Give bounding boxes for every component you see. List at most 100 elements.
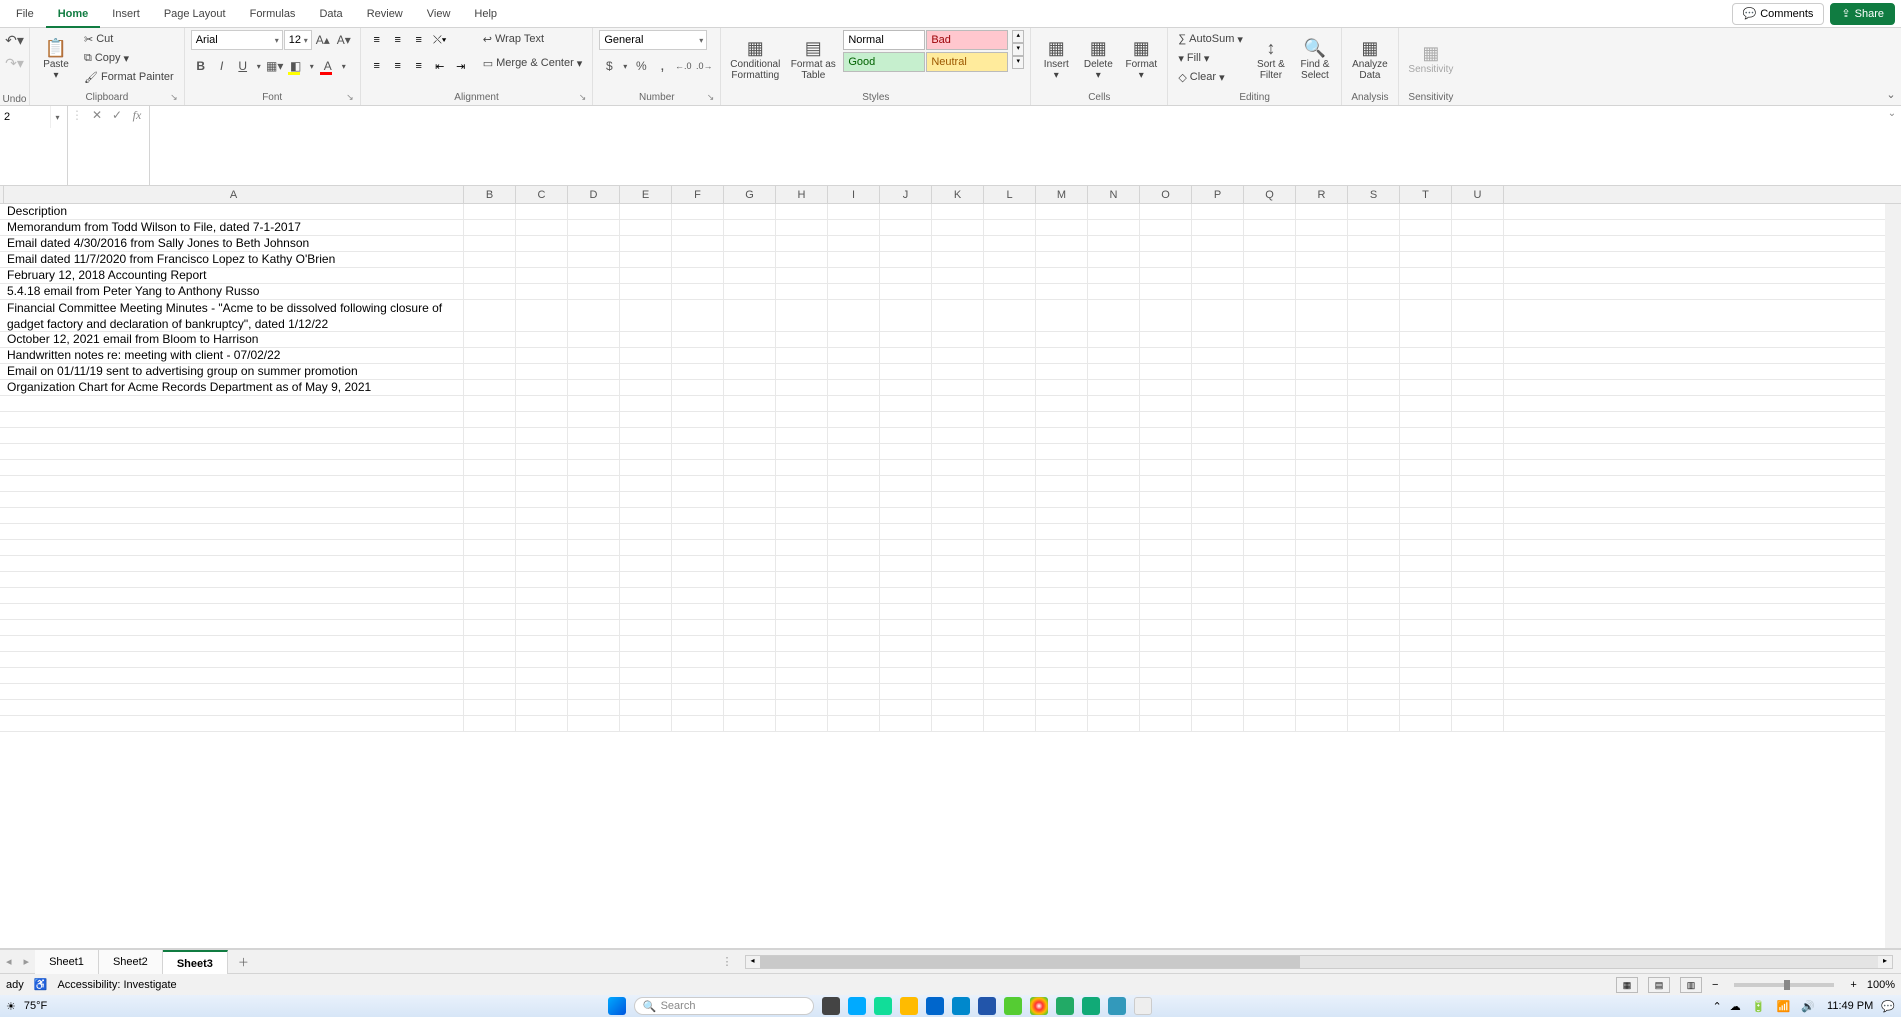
font-color-dropdown[interactable]: ▾ <box>339 56 349 76</box>
cell[interactable] <box>1140 556 1192 571</box>
cell[interactable] <box>1088 556 1140 571</box>
menu-tab-view[interactable]: View <box>415 0 463 28</box>
table-row[interactable]: Email dated 4/30/2016 from Sally Jones t… <box>0 236 1901 252</box>
cell[interactable] <box>4 412 464 427</box>
cell[interactable] <box>1244 412 1296 427</box>
cell[interactable] <box>516 428 568 443</box>
column-header-G[interactable]: G <box>724 186 776 203</box>
app3-icon[interactable] <box>1056 997 1074 1015</box>
cell[interactable] <box>776 540 828 555</box>
cell[interactable] <box>880 300 932 331</box>
cell[interactable] <box>1296 652 1348 667</box>
cell[interactable] <box>984 396 1036 411</box>
cell[interactable] <box>828 348 880 363</box>
cell[interactable] <box>1348 652 1400 667</box>
cell[interactable] <box>1192 700 1244 715</box>
cell[interactable] <box>776 604 828 619</box>
table-row[interactable]: Email dated 11/7/2020 from Francisco Lop… <box>0 252 1901 268</box>
cell[interactable] <box>672 204 724 219</box>
cell[interactable] <box>1452 524 1504 539</box>
cell[interactable] <box>1400 428 1452 443</box>
cell[interactable] <box>724 348 776 363</box>
table-row[interactable] <box>0 684 1901 700</box>
cell[interactable] <box>1088 460 1140 475</box>
cell[interactable] <box>724 332 776 347</box>
cell[interactable] <box>568 588 620 603</box>
cell[interactable] <box>4 476 464 491</box>
cell[interactable] <box>568 428 620 443</box>
column-header-Q[interactable]: Q <box>1244 186 1296 203</box>
menu-tab-formulas[interactable]: Formulas <box>238 0 308 28</box>
cell[interactable] <box>1400 380 1452 395</box>
cell[interactable] <box>568 700 620 715</box>
cell[interactable] <box>880 348 932 363</box>
cell[interactable] <box>984 364 1036 379</box>
cell[interactable] <box>568 204 620 219</box>
cell[interactable] <box>464 508 516 523</box>
cell[interactable] <box>1348 700 1400 715</box>
cell[interactable] <box>1088 428 1140 443</box>
cell[interactable] <box>880 540 932 555</box>
cell[interactable] <box>828 540 880 555</box>
italic-button[interactable]: I <box>212 56 232 76</box>
cell[interactable] <box>464 332 516 347</box>
cell[interactable] <box>1400 508 1452 523</box>
sheet-tab-sheet2[interactable]: Sheet2 <box>99 950 163 974</box>
cell[interactable] <box>620 348 672 363</box>
cell[interactable] <box>724 380 776 395</box>
cell[interactable] <box>1452 620 1504 635</box>
undo-button[interactable]: ↶▾ <box>5 32 24 49</box>
cell[interactable] <box>724 284 776 299</box>
cell[interactable] <box>776 620 828 635</box>
cell[interactable] <box>1192 252 1244 267</box>
cell[interactable] <box>672 540 724 555</box>
cell[interactable] <box>724 412 776 427</box>
cell[interactable] <box>776 220 828 235</box>
cell[interactable] <box>1140 476 1192 491</box>
cell[interactable] <box>1348 348 1400 363</box>
analyze-data-button[interactable]: ▦Analyze Data <box>1348 30 1392 88</box>
cell[interactable] <box>1140 460 1192 475</box>
cell[interactable] <box>932 476 984 491</box>
cell[interactable] <box>1296 380 1348 395</box>
cell[interactable] <box>1296 284 1348 299</box>
table-row[interactable] <box>0 460 1901 476</box>
borders-button[interactable]: ▦▾ <box>265 56 285 76</box>
cell[interactable] <box>1400 700 1452 715</box>
cell[interactable] <box>828 492 880 507</box>
cell[interactable] <box>1088 300 1140 331</box>
zoom-out-button[interactable]: − <box>1712 979 1718 991</box>
cell[interactable] <box>1192 220 1244 235</box>
comma-button[interactable]: , <box>652 56 672 76</box>
cell[interactable] <box>880 716 932 731</box>
cell[interactable] <box>1192 588 1244 603</box>
cell[interactable] <box>828 652 880 667</box>
cell[interactable] <box>1452 364 1504 379</box>
cell[interactable] <box>1192 652 1244 667</box>
cell[interactable] <box>620 604 672 619</box>
cell[interactable] <box>724 604 776 619</box>
cell[interactable] <box>724 684 776 699</box>
cell[interactable] <box>776 636 828 651</box>
cell[interactable] <box>828 604 880 619</box>
cell[interactable] <box>932 716 984 731</box>
cell[interactable] <box>1452 508 1504 523</box>
cell[interactable] <box>516 652 568 667</box>
cell[interactable] <box>4 428 464 443</box>
table-row[interactable] <box>0 412 1901 428</box>
cell[interactable] <box>1348 220 1400 235</box>
cell[interactable] <box>1088 524 1140 539</box>
taskbar-search[interactable]: 🔍Search <box>634 997 814 1015</box>
cell[interactable] <box>880 668 932 683</box>
cell[interactable] <box>1348 492 1400 507</box>
cell[interactable] <box>932 300 984 331</box>
task-view-button[interactable] <box>822 997 840 1015</box>
cell[interactable] <box>1140 700 1192 715</box>
notifications-icon[interactable]: 💬 <box>1881 1000 1895 1013</box>
cell[interactable] <box>1400 620 1452 635</box>
cell[interactable] <box>932 524 984 539</box>
cell[interactable] <box>568 716 620 731</box>
cell[interactable] <box>776 332 828 347</box>
cell[interactable] <box>568 380 620 395</box>
cell[interactable] <box>932 364 984 379</box>
